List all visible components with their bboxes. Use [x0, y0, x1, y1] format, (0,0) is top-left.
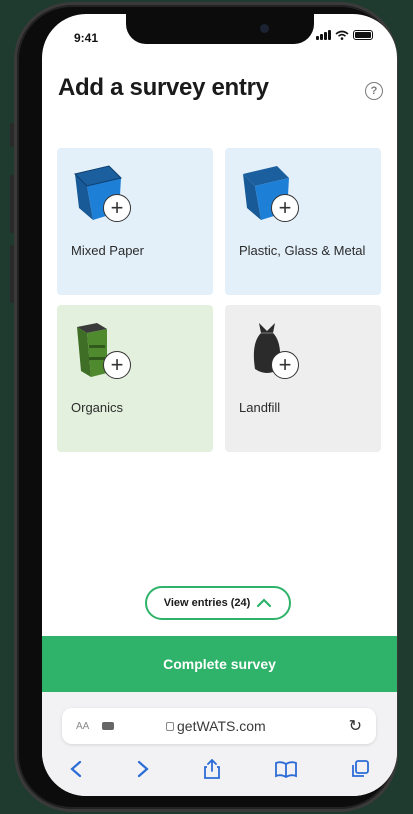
mute-switch — [10, 123, 14, 147]
tabs-icon[interactable] — [350, 759, 370, 779]
status-time: 9:41 — [74, 31, 99, 45]
add-icon: + — [271, 194, 299, 222]
share-icon[interactable] — [203, 759, 221, 779]
help-icon[interactable]: ? — [365, 82, 383, 100]
text-size-button[interactable]: AA — [76, 721, 89, 732]
lock-icon — [166, 721, 174, 731]
category-label: Organics — [71, 400, 124, 415]
add-icon: + — [103, 351, 131, 379]
url-text: getWATS.com — [177, 718, 266, 734]
reload-icon[interactable]: ↻ — [349, 716, 362, 736]
view-entries-label: View entries (24) — [163, 597, 251, 609]
volume-up-button — [10, 175, 14, 233]
add-icon: + — [103, 194, 131, 222]
category-card-landfill[interactable]: + Landfill — [225, 305, 381, 452]
browser-toolbar — [42, 754, 397, 784]
category-card-plastic-glass-metal[interactable]: + Plastic, Glass & Metal — [225, 148, 381, 295]
extension-icon[interactable] — [102, 722, 114, 730]
forward-icon[interactable] — [136, 760, 150, 778]
view-entries-button[interactable]: View entries (24) — [145, 586, 291, 620]
back-icon[interactable] — [69, 760, 83, 778]
add-icon: + — [271, 351, 299, 379]
chevron-up-icon — [257, 598, 272, 608]
battery-icon — [353, 30, 373, 40]
notch — [126, 14, 314, 44]
address-bar[interactable]: AA getWATS.com ↻ — [62, 708, 376, 744]
wifi-icon — [335, 30, 349, 40]
url-display[interactable]: getWATS.com — [166, 718, 266, 734]
category-label: Mixed Paper — [71, 243, 144, 258]
browser-chrome: AA getWATS.com ↻ — [42, 692, 397, 796]
status-icons — [316, 30, 373, 40]
category-card-mixed-paper[interactable]: + Mixed Paper — [57, 148, 213, 295]
page-title: Add a survey entry — [58, 74, 269, 101]
category-label: Landfill — [239, 400, 281, 415]
bookmarks-icon[interactable] — [274, 760, 297, 778]
volume-down-button — [10, 245, 14, 303]
category-grid: + Mixed Paper + Plastic, Glass & Metal +… — [57, 148, 381, 452]
category-label: Plastic, Glass & Metal — [239, 243, 366, 258]
category-card-organics[interactable]: + Organics — [57, 305, 213, 452]
phone-screen: 9:41 Add a survey entry ? + Mixed Paper — [42, 14, 397, 796]
complete-survey-button[interactable]: Complete survey — [42, 636, 397, 692]
front-camera — [260, 24, 269, 33]
cellular-signal-icon — [316, 30, 331, 40]
